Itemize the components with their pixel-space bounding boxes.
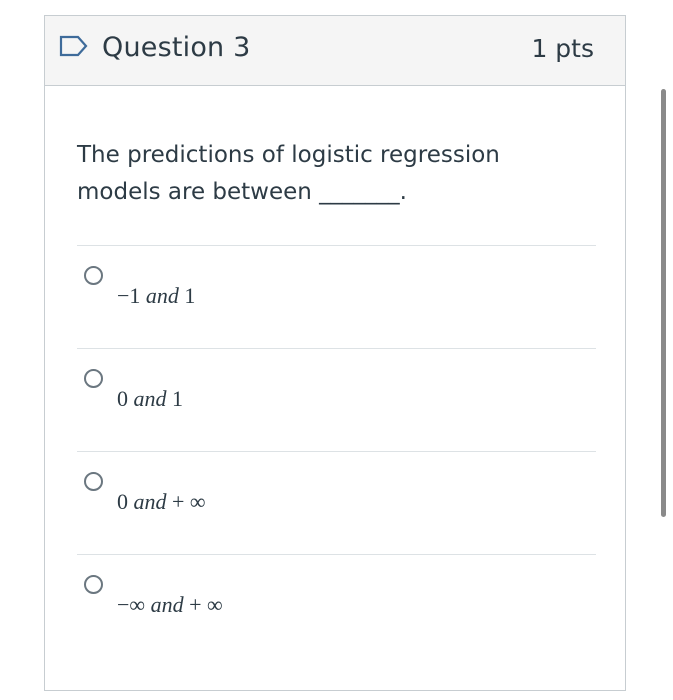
radio-button[interactable] xyxy=(84,472,103,491)
question-header: Question 3 1 pts xyxy=(45,16,625,86)
question-text: The predictions of logistic regression m… xyxy=(77,142,500,205)
flag-icon[interactable] xyxy=(59,35,89,57)
answer-list: −1 and 1 0 and 1 0 and + ∞ −∞ and + ∞ xyxy=(77,245,596,657)
answer-label[interactable]: 0 and 1 xyxy=(117,386,183,412)
answer-option[interactable]: −∞ and + ∞ xyxy=(77,554,596,657)
question-card: Question 3 1 pts The predictions of logi… xyxy=(44,15,626,691)
answer-option[interactable]: 0 and 1 xyxy=(77,348,596,451)
radio-button[interactable] xyxy=(84,575,103,594)
scrollbar[interactable] xyxy=(661,89,666,517)
answer-label[interactable]: −∞ and + ∞ xyxy=(117,592,223,618)
answer-option[interactable]: −1 and 1 xyxy=(77,245,596,348)
radio-button[interactable] xyxy=(84,369,103,388)
question-points: 1 pts xyxy=(531,34,594,63)
question-title: Question 3 xyxy=(102,32,251,63)
answer-label[interactable]: 0 and + ∞ xyxy=(117,489,206,515)
answer-option[interactable]: 0 and + ∞ xyxy=(77,451,596,554)
radio-button[interactable] xyxy=(84,266,103,285)
answer-label[interactable]: −1 and 1 xyxy=(117,283,195,309)
